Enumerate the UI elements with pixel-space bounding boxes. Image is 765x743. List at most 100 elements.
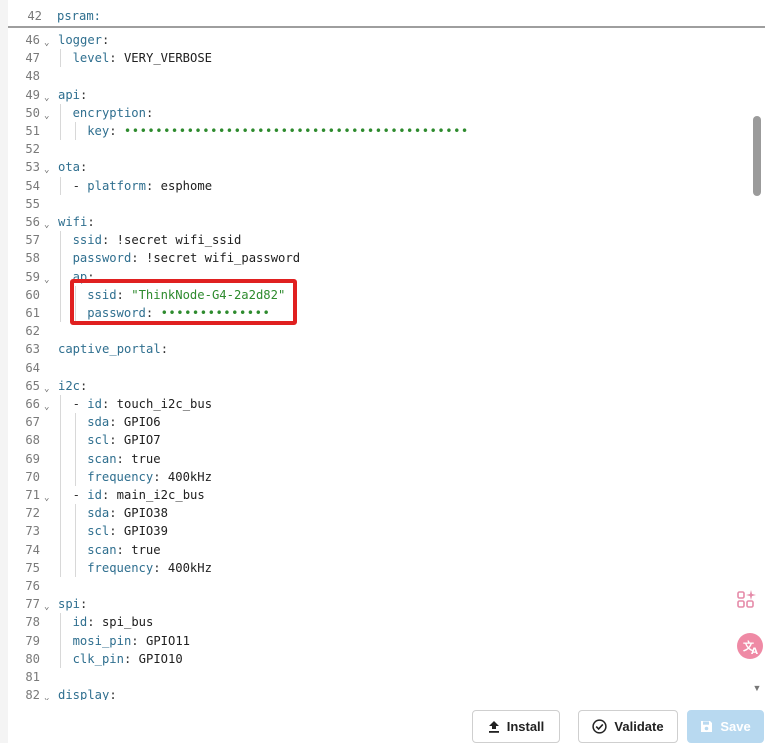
yaml-key: id — [87, 397, 102, 411]
line-number: 62 — [25, 324, 40, 339]
code-line[interactable]: 50 ⌄ encryption: — [8, 104, 748, 122]
yaml-separator: : — [109, 688, 117, 700]
line-number: 74 — [25, 542, 40, 557]
code-line[interactable]: 67 sda: GPIO6 — [8, 413, 748, 431]
validate-button[interactable]: Validate — [578, 710, 678, 743]
code-line[interactable]: 51 key: •••••••••••••••••••••••••••••••••… — [8, 122, 748, 140]
code-content: wifi: — [58, 213, 95, 231]
code-line[interactable]: 64 — [8, 359, 748, 377]
code-line[interactable]: 57 ssid: !secret wifi_ssid — [8, 231, 748, 249]
code-line[interactable]: 55 — [8, 195, 748, 213]
line-number: 65 — [25, 378, 40, 393]
code-line[interactable]: 73 scl: GPIO39 — [8, 522, 748, 540]
install-label: Install — [506, 719, 545, 734]
yaml-key: platform — [87, 178, 146, 193]
code-line[interactable]: 46 ⌄ logger: — [8, 31, 748, 49]
code-content: - id: touch_i2c_bus — [73, 395, 212, 413]
code-content: encryption: — [73, 104, 154, 122]
yaml-separator: : — [109, 415, 124, 430]
yaml-key: encryption — [72, 105, 146, 120]
code-line[interactable]: 68 scl: GPIO7 — [8, 431, 748, 449]
yaml-key: captive_portal — [58, 342, 161, 357]
line-number: 64 — [25, 360, 40, 375]
yaml-key: i2c — [58, 378, 81, 393]
apps-sparkle-icon[interactable] — [736, 588, 762, 614]
code-editor[interactable]: 46 ⌄ logger: 47 level: VERY_VERBOSE 48 49 ⌄ api:… — [8, 30, 748, 700]
line-number: 46 — [25, 33, 40, 47]
code-line[interactable]: 63 captive_portal: — [8, 340, 748, 358]
yaml-key: wifi — [58, 215, 88, 229]
code-line[interactable]: 77 ⌄ spi: — [8, 595, 748, 613]
code-line[interactable]: 54 - platform: esphome — [8, 177, 748, 195]
code-content: ota: — [58, 158, 87, 176]
code-line[interactable]: 66 ⌄ - id: touch_i2c_bus — [8, 395, 748, 413]
line-number: 48 — [25, 69, 40, 84]
indent-guide — [60, 613, 61, 668]
yaml-key: frequency — [87, 469, 154, 484]
scrollbar-thumb[interactable] — [753, 116, 761, 196]
yaml-separator: : — [145, 178, 161, 193]
code-content: api: — [58, 86, 87, 104]
code-line[interactable]: 48 — [8, 67, 748, 85]
code-line[interactable]: 76 — [8, 577, 748, 595]
code-content: - platform: esphome — [73, 177, 212, 195]
yaml-key: scl — [87, 433, 110, 448]
code-line[interactable]: 70 frequency: 400kHz — [8, 468, 748, 486]
code-line[interactable]: 72 sda: GPIO38 — [8, 504, 748, 522]
code-line[interactable]: 65 ⌄ i2c: — [8, 377, 748, 395]
yaml-key: sda — [87, 506, 110, 521]
line-number: 70 — [25, 469, 40, 484]
indent-guide — [60, 395, 61, 577]
code-line[interactable]: 49 ⌄ api: — [8, 86, 748, 104]
yaml-key: id — [72, 615, 88, 630]
sticky-code: psram: — [57, 9, 102, 23]
code-line[interactable]: 78 id: spi_bus — [8, 613, 748, 631]
yaml-value: VERY_VERBOSE — [123, 51, 213, 66]
yaml-key: scan — [87, 542, 117, 557]
code-line[interactable]: 79 mosi_pin: GPIO11 — [8, 632, 748, 650]
sticky-header-line: 42 psram: — [8, 0, 765, 28]
yaml-key: password — [72, 251, 132, 266]
code-line[interactable]: 52 — [8, 140, 748, 158]
line-number: 47 — [25, 51, 40, 66]
code-line[interactable]: 53 ⌄ ota: — [8, 158, 748, 176]
yaml-separator: : — [131, 251, 146, 266]
yaml-key: spi — [58, 597, 81, 612]
yaml-key: key — [87, 124, 110, 138]
indent-guide — [60, 231, 61, 323]
code-line[interactable]: 81 — [8, 668, 748, 686]
code-line[interactable]: 56 ⌄ wifi: — [8, 213, 748, 231]
indent-guide — [60, 176, 61, 195]
yaml-key: logger — [58, 33, 103, 47]
save-button[interactable]: Save — [687, 710, 764, 743]
yaml-key: ssid — [72, 233, 102, 248]
save-label: Save — [720, 719, 751, 734]
line-number: 67 — [25, 415, 40, 430]
code-content: mosi_pin: GPIO11 — [73, 632, 190, 650]
code-line[interactable]: 82 ⌄ display: — [8, 686, 748, 700]
code-line[interactable]: 71 ⌄ - id: main_i2c_bus — [8, 486, 748, 504]
yaml-separator: : — [153, 560, 168, 575]
scroll-down-arrow-icon[interactable]: ▼ — [752, 683, 762, 693]
yaml-separator: : — [153, 469, 168, 484]
code-line[interactable]: 58 password: !secret wifi_password — [8, 249, 748, 267]
translate-icon[interactable]: 文 A — [736, 632, 763, 659]
line-number: 78 — [25, 615, 40, 630]
code-content: scl: GPIO39 — [87, 522, 168, 540]
code-content: key: •••••••••••••••••••••••••••••••••••… — [87, 122, 469, 140]
code-content: sda: GPIO38 — [87, 504, 168, 522]
code-line[interactable]: 75 frequency: 400kHz — [8, 559, 748, 577]
line-number: 58 — [25, 251, 40, 266]
fold-chevron-icon[interactable]: ⌄ — [44, 689, 52, 700]
check-circle-icon — [592, 719, 608, 734]
code-line[interactable]: 74 scan: true — [8, 541, 748, 559]
install-button[interactable]: Install — [472, 710, 560, 743]
line-number: 76 — [25, 579, 40, 593]
yaml-separator: : — [145, 105, 154, 120]
code-content: password: !secret wifi_password — [73, 249, 300, 267]
code-line[interactable]: 69 scan: true — [8, 450, 748, 468]
svg-text:A: A — [751, 647, 758, 657]
code-content: ssid: !secret wifi_ssid — [73, 231, 242, 249]
code-line[interactable]: 80 clk_pin: GPIO10 — [8, 650, 748, 668]
code-line[interactable]: 47 level: VERY_VERBOSE — [8, 49, 748, 67]
